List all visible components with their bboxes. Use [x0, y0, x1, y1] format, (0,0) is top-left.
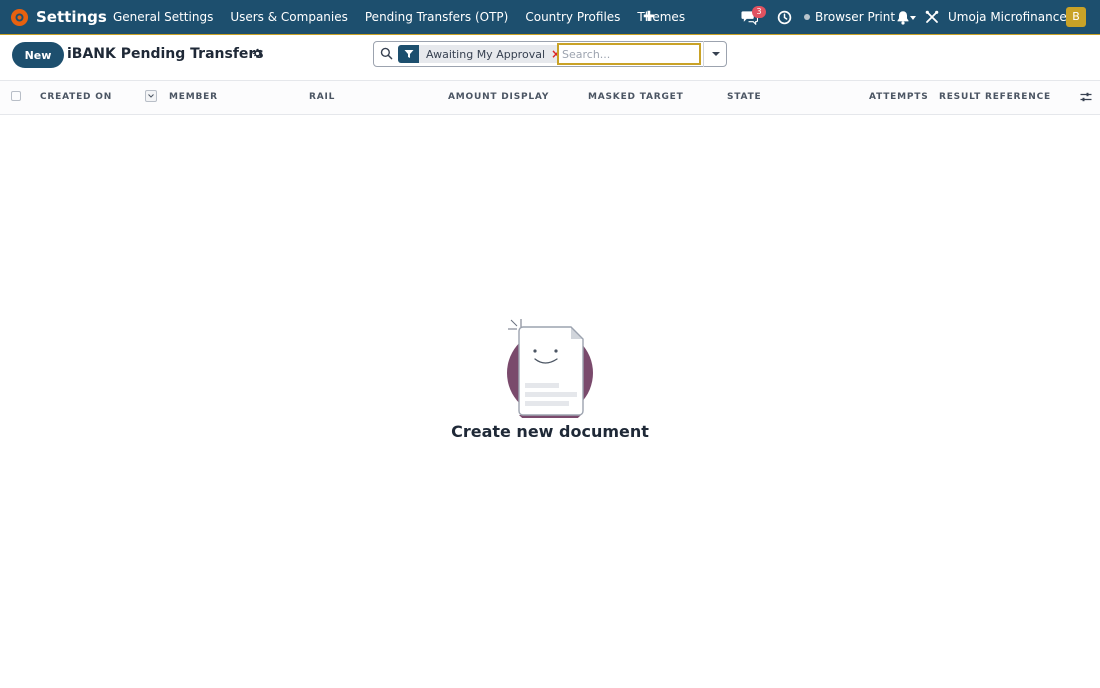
company-switcher[interactable]: Umoja Microfinance — [948, 10, 1067, 24]
search-icon[interactable] — [380, 47, 393, 60]
app-logo-icon[interactable] — [10, 8, 29, 27]
search-bar: Awaiting My Approval × — [373, 41, 727, 67]
main-menu: General Settings Users & Companies Pendi… — [113, 10, 702, 24]
column-amount-display[interactable]: AMOUNT DISPLAY — [448, 92, 549, 102]
list-header: CREATED ON MEMBER RAIL AMOUNT DISPLAY MA… — [0, 81, 1100, 115]
browser-print-label[interactable]: Browser Print — [815, 10, 895, 24]
sort-toggle-button[interactable] — [145, 90, 157, 102]
new-button[interactable]: New — [12, 42, 64, 68]
column-created-on[interactable]: CREATED ON — [40, 92, 112, 102]
column-state[interactable]: STATE — [727, 92, 761, 102]
sliders-icon[interactable] — [1080, 91, 1092, 103]
bell-icon[interactable] — [896, 10, 910, 25]
print-status-dot — [804, 14, 810, 20]
top-navbar: Settings General Settings Users & Compan… — [0, 0, 1100, 35]
messages-count-badge: 3 — [752, 6, 766, 18]
page-title: iBANK Pending Transfers — [67, 46, 264, 62]
filter-facet: Awaiting My Approval × — [398, 45, 568, 63]
plus-icon[interactable]: ✚ — [643, 9, 655, 25]
search-input[interactable] — [557, 43, 701, 65]
gear-icon[interactable] — [252, 48, 263, 59]
column-rail[interactable]: RAIL — [309, 92, 335, 102]
control-panel: New iBANK Pending Transfers Awaiting My … — [0, 35, 1100, 81]
menu-pending-transfers[interactable]: Pending Transfers (OTP) — [365, 10, 508, 24]
filter-facet-label: Awaiting My Approval — [426, 47, 545, 61]
select-all-checkbox[interactable] — [11, 91, 21, 101]
app-name[interactable]: Settings — [36, 8, 107, 26]
avatar[interactable]: B — [1066, 7, 1086, 27]
clock-icon[interactable] — [777, 10, 792, 25]
tools-icon[interactable] — [925, 10, 939, 24]
menu-users-companies[interactable]: Users & Companies — [230, 10, 348, 24]
filter-icon — [398, 45, 419, 63]
empty-state-title: Create new document — [451, 422, 649, 441]
smiling-document-icon — [507, 319, 593, 418]
column-masked-target[interactable]: MASKED TARGET — [588, 92, 684, 102]
column-attempts[interactable]: ATTEMPTS — [869, 92, 928, 102]
menu-general-settings[interactable]: General Settings — [113, 10, 213, 24]
column-result-reference[interactable]: RESULT REFERENCE — [939, 92, 1051, 102]
chevron-down-icon — [148, 94, 154, 98]
column-member[interactable]: MEMBER — [169, 92, 218, 102]
search-options-toggle[interactable] — [703, 41, 727, 67]
menu-country-profiles[interactable]: Country Profiles — [525, 10, 620, 24]
caret-down-icon — [712, 52, 720, 56]
chevron-down-icon[interactable] — [910, 16, 916, 20]
